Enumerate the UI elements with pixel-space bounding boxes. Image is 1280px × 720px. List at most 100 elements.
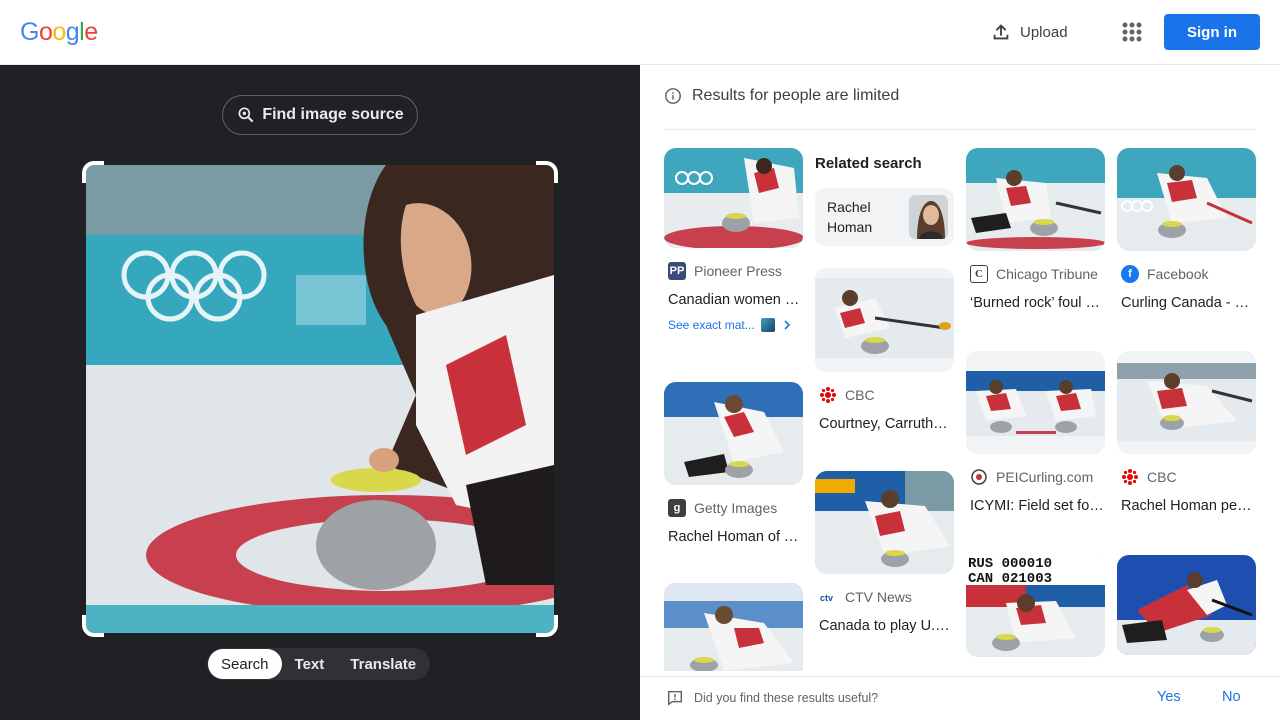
lens-app: Google Upload Sign in Find image source — [0, 0, 1280, 720]
related-search-heading: Related search — [815, 155, 922, 172]
related-chip-label: Rachel Homan — [827, 199, 873, 235]
top-header: Google Upload Sign in — [0, 0, 1280, 65]
result-title[interactable]: Rachel Homan perfect through... — [1121, 496, 1255, 516]
logo-letter: G — [20, 18, 39, 46]
source-name: Getty Images — [694, 500, 778, 516]
result-thumbnail[interactable] — [815, 471, 954, 574]
logo-letter: e — [84, 18, 98, 46]
source-name: CBC — [1147, 469, 1177, 485]
google-apps-button[interactable] — [1119, 19, 1145, 45]
result-thumbnail[interactable] — [1117, 351, 1256, 454]
result-card[interactable]: CBC Rachel Homan perfect through... — [1117, 351, 1256, 516]
svg-text:ctv: ctv — [820, 593, 833, 603]
related-chip-avatar — [909, 195, 948, 239]
result-thumbnail[interactable] — [664, 148, 803, 248]
result-title[interactable]: Canada to play U.S. in 3-4 playoff... — [819, 616, 953, 636]
result-thumbnail[interactable] — [966, 148, 1105, 251]
source-name: CBC — [845, 387, 875, 403]
related-search-chip[interactable]: Rachel Homan — [815, 188, 954, 246]
result-card[interactable]: ctv CTV News Canada to play U.S. in 3-4 … — [815, 471, 954, 636]
find-image-source-button[interactable]: Find image source — [222, 95, 418, 135]
result-thumbnail[interactable] — [1117, 148, 1256, 251]
divider — [664, 129, 1256, 130]
tab-search[interactable]: Search — [208, 649, 282, 679]
feedback-question: Did you find these results useful? — [666, 689, 878, 707]
logo-letter: o — [52, 18, 66, 46]
result-source: CBC — [1121, 468, 1256, 486]
result-source: PEICurling.com — [970, 468, 1105, 486]
title-text: Canada to play U.S. in 3-4 playoff... — [819, 618, 953, 634]
title-text: Curling Canada - Rachel Homan... — [1121, 295, 1255, 311]
see-exact-matches-link[interactable]: See exact mat... — [668, 318, 803, 332]
upload-button[interactable]: Upload — [990, 18, 1068, 46]
lens-search-icon — [238, 107, 254, 123]
query-image-pane: Find image source Search Text Translate — [0, 65, 640, 720]
result-title[interactable]: ‘Burned rock’ foul causes rare stir at..… — [970, 293, 1104, 313]
crop-selection[interactable] — [82, 161, 558, 637]
google-logo[interactable]: Google — [20, 18, 98, 47]
notice-text: Results for people are limited — [692, 87, 900, 104]
result-card[interactable]: f Facebook Curling Canada - Rachel Homan… — [1117, 148, 1256, 313]
result-source: PP Pioneer Press — [668, 262, 803, 280]
pp-icon: PP — [668, 262, 686, 280]
crop-handle-bottom-left[interactable] — [82, 615, 104, 637]
result-card[interactable]: PEICurling.com ICYMI: Field set for 2020… — [966, 351, 1105, 516]
title-text: Rachel Homan of Team Canada... — [668, 529, 802, 545]
info-icon — [665, 88, 681, 104]
peicurling-icon — [970, 468, 988, 486]
ctv-icon: ctv — [819, 588, 837, 606]
source-name: Facebook — [1147, 266, 1209, 282]
result-card[interactable]: RUS 000010 CAN 021003 — [966, 553, 1105, 657]
sign-in-button[interactable]: Sign in — [1164, 14, 1260, 50]
scoreboard-line: CAN 021003 — [968, 571, 1052, 587]
result-thumbnail[interactable] — [1117, 555, 1256, 655]
crop-handle-bottom-right[interactable] — [536, 615, 558, 637]
logo-letter: g — [65, 18, 80, 46]
tab-translate[interactable]: Translate — [337, 649, 429, 679]
result-source: C Chicago Tribune — [970, 265, 1105, 283]
result-source: ctv CTV News — [819, 588, 954, 606]
result-title[interactable]: Curling Canada - Rachel Homan... — [1121, 293, 1255, 313]
result-title[interactable]: Canadian women curlers finally get... — [668, 290, 802, 310]
apps-grid-icon — [1122, 22, 1142, 42]
results-pane: Results for people are limited PP Pionee… — [640, 65, 1280, 720]
crop-handle-top-right[interactable] — [536, 161, 558, 183]
cbc-icon — [819, 386, 837, 404]
feedback-no-button[interactable]: No — [1222, 689, 1241, 705]
see-exact-label: See exact mat... — [668, 318, 755, 332]
facebook-icon: f — [1121, 265, 1139, 283]
result-card[interactable]: PP Pioneer Press Canadian women curlers … — [664, 148, 803, 332]
title-text: Canadian women curlers finally get... — [668, 292, 802, 308]
logo-letter: o — [38, 18, 53, 46]
source-name: Chicago Tribune — [996, 266, 1098, 282]
result-card[interactable] — [664, 583, 803, 671]
feedback-bar: Did you find these results useful? Yes N… — [640, 676, 1280, 720]
source-name: CTV News — [845, 589, 912, 605]
result-card[interactable]: g Getty Images Rachel Homan of Team Cana… — [664, 382, 803, 547]
result-thumbnail[interactable] — [664, 583, 803, 671]
source-name: Pioneer Press — [694, 263, 782, 279]
result-card[interactable]: C Chicago Tribune ‘Burned rock’ foul cau… — [966, 148, 1105, 313]
result-card[interactable]: CBC Courtney, Carruthers win... — [815, 268, 954, 434]
lens-mode-tabs: Search Text Translate — [207, 648, 431, 680]
result-title[interactable]: Courtney, Carruthers win... — [819, 414, 953, 434]
result-thumbnail[interactable] — [815, 268, 954, 372]
chevron-right-icon — [784, 320, 790, 330]
result-thumbnail[interactable]: RUS 000010 CAN 021003 — [966, 553, 1105, 657]
result-card[interactable] — [1117, 555, 1256, 655]
scoreboard-line: RUS 000010 — [968, 556, 1052, 572]
result-thumbnail[interactable] — [664, 382, 803, 485]
exact-match-thumb-icon — [760, 318, 775, 332]
tab-text[interactable]: Text — [282, 649, 338, 679]
result-source: f Facebook — [1121, 265, 1256, 283]
title-text: ICYMI: Field set for 2020 Scotties... — [970, 498, 1104, 514]
title-text: Courtney, Carruthers win... — [819, 416, 953, 432]
result-title[interactable]: Rachel Homan of Team Canada... — [668, 527, 802, 547]
source-name: PEICurling.com — [996, 469, 1094, 485]
result-source: CBC — [819, 386, 954, 404]
result-thumbnail[interactable] — [966, 351, 1105, 454]
crop-handle-top-left[interactable] — [82, 161, 104, 183]
title-text: ‘Burned rock’ foul causes rare stir at..… — [970, 295, 1104, 311]
result-title[interactable]: ICYMI: Field set for 2020 Scotties... — [970, 496, 1104, 516]
feedback-yes-button[interactable]: Yes — [1157, 689, 1181, 705]
